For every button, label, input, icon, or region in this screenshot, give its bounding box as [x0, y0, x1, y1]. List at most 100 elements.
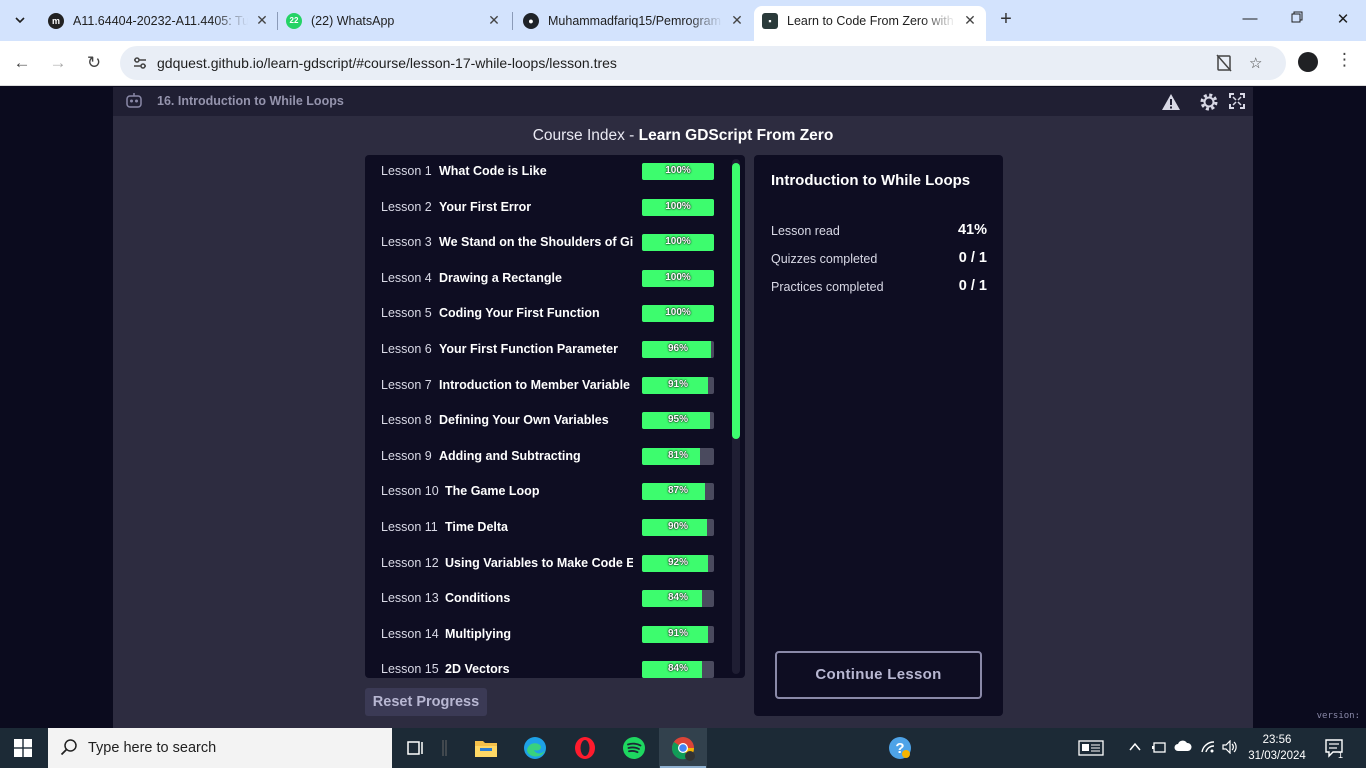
continue-lesson-button[interactable]: Continue Lesson — [775, 651, 982, 699]
browser-tab-1[interactable]: m A11.64404-20232-A11.4405: Tu ✕ — [48, 6, 270, 35]
onedrive-cloud-icon[interactable] — [1174, 740, 1192, 755]
close-tab-icon[interactable]: ✕ — [729, 12, 745, 29]
fullscreen-icon[interactable] — [1228, 92, 1248, 112]
progress-percent-label: 90% — [667, 521, 688, 532]
bookmark-star-icon[interactable]: ☆ — [1249, 54, 1262, 72]
lesson-name: Multiplying — [445, 626, 511, 641]
lesson-progress-bar: 100% — [642, 269, 714, 287]
close-tab-icon[interactable]: ✕ — [962, 12, 978, 29]
lesson-row[interactable]: Lesson 5 Coding Your First Function 100% — [365, 297, 731, 332]
scrollbar-thumb[interactable] — [732, 163, 740, 439]
clock-time: 23:56 — [1262, 734, 1292, 746]
site-settings-icon[interactable] — [132, 55, 148, 71]
progress-percent-label: 100% — [665, 271, 691, 283]
report-warning-icon[interactable] — [1161, 92, 1181, 112]
notification-count: 1 — [1338, 750, 1344, 760]
close-window-icon[interactable]: ✕ — [1333, 10, 1353, 28]
url-text[interactable]: gdquest.github.io/learn-gdscript/#course… — [157, 55, 617, 71]
lesson-row[interactable]: Lesson 9 Adding and Subtracting 81% — [365, 440, 731, 475]
lesson-number: Lesson 4 — [381, 270, 432, 285]
lesson-list-scrollbar[interactable] — [732, 159, 740, 674]
file-explorer-icon[interactable] — [472, 734, 500, 762]
opera-icon[interactable] — [571, 734, 599, 762]
omnibox[interactable]: gdquest.github.io/learn-gdscript/#course… — [120, 46, 1286, 80]
lesson-row[interactable]: Lesson 13 Conditions 84% — [365, 582, 731, 617]
battery-icon[interactable] — [1151, 740, 1167, 757]
wifi-icon[interactable] — [1200, 740, 1218, 757]
lesson-row[interactable]: Lesson 7 Introduction to Member Variable 9… — [365, 369, 731, 404]
lesson-number: Lesson 6 — [381, 342, 432, 356]
progress-percent-label: 84% — [667, 592, 688, 604]
help-icon[interactable]: ? — [886, 734, 914, 762]
no-screenshot-icon[interactable] — [1216, 54, 1232, 76]
lesson-progress-bar: 95% — [642, 412, 714, 430]
stat-value: 0 / 1 — [958, 250, 987, 266]
lesson-row[interactable]: Lesson 3 We Stand on the Shoulders of Gia… — [365, 226, 731, 261]
current-lesson-title: 16. Introduction to While Loops — [157, 94, 344, 108]
forward-icon[interactable]: → — [47, 52, 69, 74]
gdquest-robot-icon[interactable] — [125, 93, 143, 109]
lesson-name: Your First Error — [439, 199, 532, 214]
edge-browser-icon[interactable] — [521, 734, 549, 762]
course-index-heading: Course Index - Learn GDScript From Zero — [113, 127, 1253, 145]
chrome-icon[interactable] — [669, 734, 697, 762]
lesson-row[interactable]: Lesson 14 Multiplying 91% — [365, 618, 731, 653]
moodle-favicon-icon: m — [48, 12, 64, 29]
lesson-progress-bar: 100% — [642, 234, 714, 252]
new-tab-button[interactable]: + — [996, 9, 1016, 30]
volume-icon[interactable] — [1222, 739, 1238, 757]
lesson-number: Lesson 5 — [381, 306, 432, 321]
profile-avatar[interactable] — [1298, 52, 1318, 72]
progress-percent-label: 91% — [667, 627, 688, 639]
address-bar: ← → ↻ gdquest.github.io/learn-gdscript/#… — [0, 41, 1366, 86]
lesson-row[interactable]: Lesson 8 Defining Your Own Variables 95% — [365, 404, 731, 439]
reset-progress-button[interactable]: Reset Progress — [365, 688, 487, 716]
show-hidden-icons-chevron-icon[interactable] — [1128, 740, 1142, 757]
restore-icon[interactable] — [1287, 10, 1307, 27]
close-tab-icon[interactable]: ✕ — [254, 12, 270, 29]
lesson-row[interactable]: Lesson 1 What Code is Like 100% — [365, 155, 731, 190]
lesson-progress-bar: 100% — [642, 163, 714, 180]
lesson-row[interactable]: Lesson 10 The Game Loop 87% — [365, 475, 731, 510]
lesson-number: Lesson 9 — [381, 448, 432, 463]
lesson-name: What Code is Like — [439, 164, 547, 178]
stat-practices-completed: Practices completed 0 / 1 — [771, 277, 987, 297]
progress-percent-label: 100% — [665, 236, 691, 248]
browser-tab-3[interactable]: ● Muhammadfariq15/Pemrogram ✕ — [523, 6, 745, 35]
reload-icon[interactable]: ↻ — [83, 52, 105, 74]
browser-tab-4-active[interactable]: ▪ Learn to Code From Zero with G ✕ — [754, 6, 986, 41]
task-view-icon[interactable] — [402, 734, 430, 762]
taskbar-search[interactable]: Type here to search — [48, 728, 392, 768]
minimize-icon[interactable]: — — [1240, 10, 1260, 27]
lesson-row[interactable]: Lesson 4 Drawing a Rectangle 100% — [365, 262, 731, 297]
tab-search-chevron-icon[interactable] — [8, 8, 32, 32]
lesson-name: Defining Your Own Variables — [439, 413, 609, 428]
lesson-number: Lesson 3 — [381, 235, 432, 250]
lesson-name: 2D Vectors — [445, 662, 510, 677]
lesson-row[interactable]: Lesson 12 Using Variables to Make Code Ea… — [365, 547, 731, 582]
lesson-progress-bar: 100% — [642, 198, 714, 216]
back-icon[interactable]: ← — [11, 52, 33, 74]
browser-tab-2[interactable]: 22 (22) WhatsApp ✕ — [286, 6, 502, 35]
lesson-progress-bar: 92% — [642, 554, 714, 572]
browser-menu-icon[interactable]: ⋮ — [1336, 50, 1353, 70]
settings-gear-icon[interactable] — [1199, 92, 1219, 112]
lesson-row[interactable]: Lesson 15 2D Vectors 84% — [365, 653, 731, 678]
lesson-row[interactable]: Lesson 2 Your First Error 100% — [365, 191, 731, 226]
lesson-name: Time Delta — [445, 520, 508, 534]
spotify-icon[interactable] — [620, 734, 648, 762]
news-widget-icon[interactable] — [1078, 740, 1104, 759]
lesson-row[interactable]: Lesson 11 Time Delta 90% — [365, 511, 731, 546]
lesson-number: Lesson 15 — [381, 662, 439, 677]
lesson-number: Lesson 11 — [381, 520, 438, 534]
lesson-name: We Stand on the Shoulders of Gia — [439, 235, 633, 250]
taskbar-clock[interactable]: 23:56 31/03/2024 — [1240, 732, 1314, 764]
lesson-row[interactable]: Lesson 6 Your First Function Parameter 96% — [365, 333, 731, 368]
progress-percent-label: 100% — [665, 165, 691, 176]
lesson-progress-bar: 91% — [642, 625, 714, 643]
browser-tab-bar: m A11.64404-20232-A11.4405: Tu ✕ 22 (22)… — [0, 0, 1366, 41]
stat-value: 0 / 1 — [958, 278, 987, 294]
close-tab-icon[interactable]: ✕ — [486, 12, 502, 29]
lesson-number: Lesson 14 — [381, 626, 439, 641]
windows-start-icon[interactable] — [14, 739, 32, 757]
